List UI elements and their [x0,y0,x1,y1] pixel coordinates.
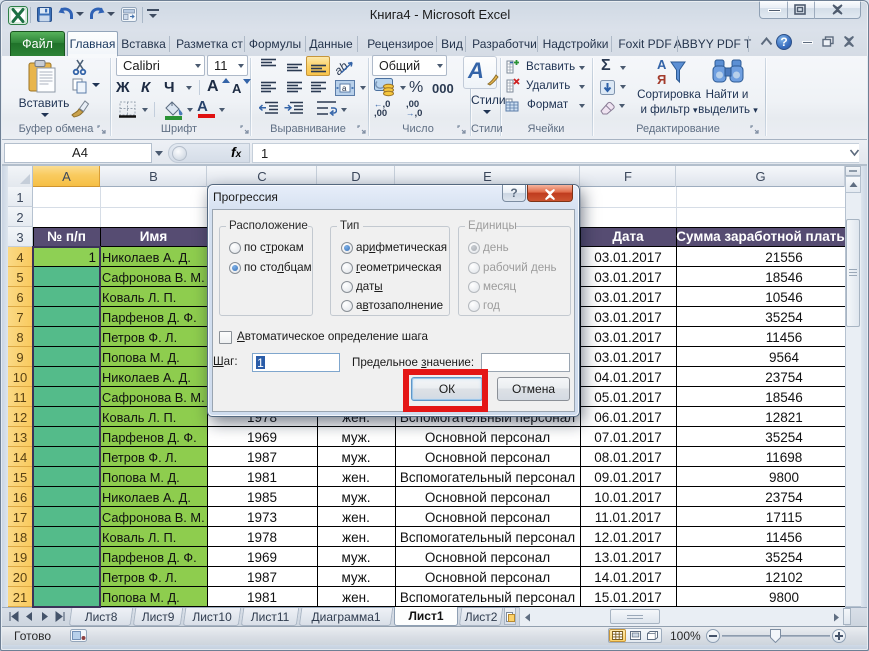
svg-text:ab: ab [335,59,351,77]
svg-text:Я: Я [657,72,666,87]
svg-text:a: a [342,84,347,93]
svg-text:А: А [657,57,667,72]
